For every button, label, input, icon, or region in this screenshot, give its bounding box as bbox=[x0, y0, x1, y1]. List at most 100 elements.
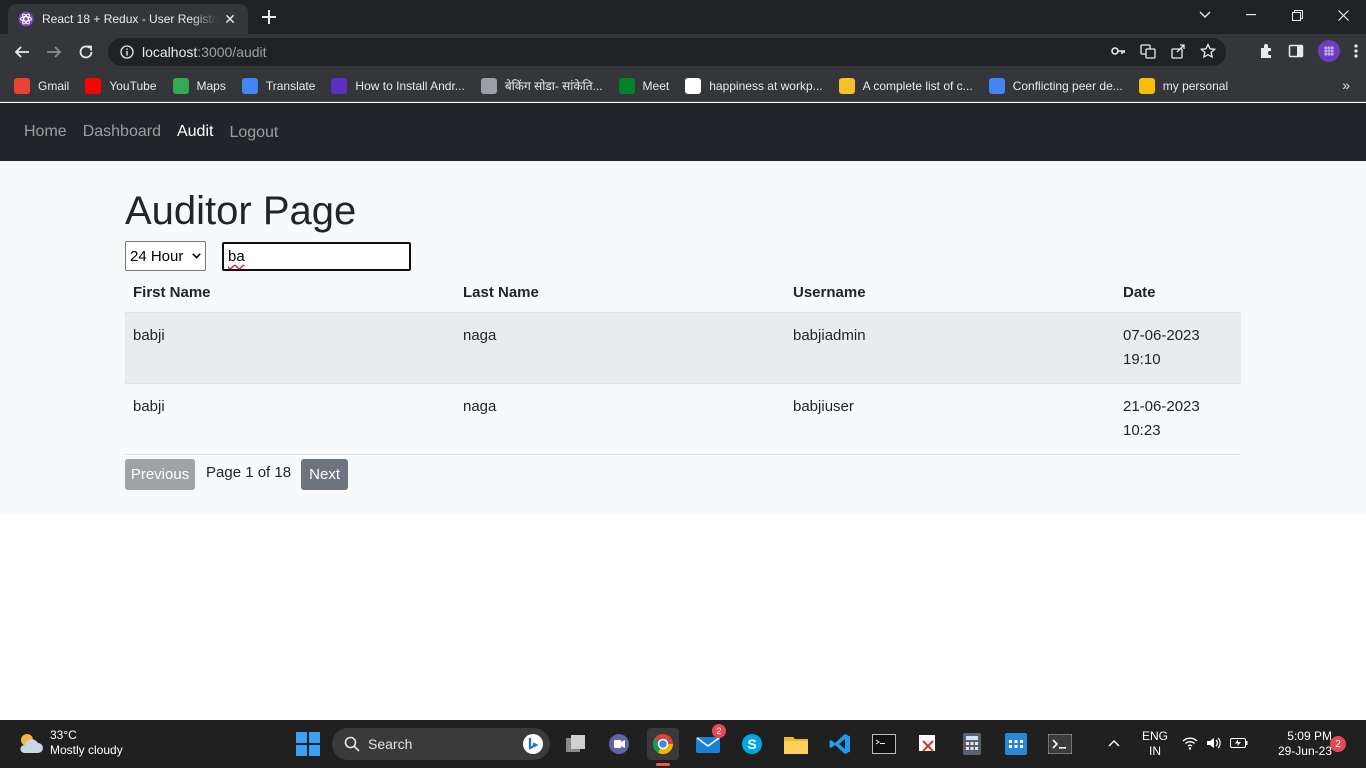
site-info-icon[interactable] bbox=[120, 45, 134, 59]
new-tab-icon[interactable] bbox=[258, 6, 280, 28]
bookmark-item[interactable]: Gmail bbox=[14, 77, 70, 94]
forward-icon[interactable] bbox=[42, 40, 66, 64]
bookmark-label: happiness at workp... bbox=[709, 78, 823, 93]
bookmark-label: बेकिंग सोडा- सांकेति... bbox=[504, 79, 603, 93]
main-content: Auditor Page 24 Hour ba First Name Last … bbox=[0, 161, 1366, 514]
cell-first-name: babji bbox=[125, 383, 455, 455]
bookmark-item[interactable]: Conflicting peer de... bbox=[988, 77, 1123, 94]
audit-table: First Name Last Name Username Date babji… bbox=[125, 277, 1241, 455]
volume-icon[interactable] bbox=[1206, 736, 1222, 750]
bookmark-favicon-icon bbox=[988, 77, 1005, 94]
restore-icon[interactable] bbox=[1274, 0, 1320, 30]
taskbar-search[interactable]: Search bbox=[332, 728, 550, 760]
powershell-icon[interactable] bbox=[1044, 728, 1076, 760]
side-panel-icon[interactable] bbox=[1288, 43, 1304, 59]
column-header-last-name: Last Name bbox=[455, 277, 785, 313]
bookmark-item[interactable]: happiness at workp... bbox=[685, 77, 823, 94]
password-key-icon[interactable] bbox=[1110, 43, 1126, 59]
bookmark-item[interactable]: Meet bbox=[618, 77, 670, 94]
skype-icon[interactable]: S bbox=[736, 728, 768, 760]
close-tab-icon[interactable]: ✕ bbox=[222, 11, 238, 28]
cell-date-day: 07-06-2023 bbox=[1123, 326, 1200, 344]
snipping-tool-icon[interactable] bbox=[912, 728, 944, 760]
weather-condition: Mostly cloudy bbox=[50, 743, 123, 757]
windows-taskbar: 33°C Mostly cloudy Search 2 S ENG IN 5:0… bbox=[0, 720, 1366, 768]
clock-time: 5:09 PM bbox=[1287, 729, 1332, 743]
app-navbar: Home Dashboard Audit Logout bbox=[0, 103, 1366, 161]
cell-date-time: 19:10 bbox=[1123, 350, 1161, 368]
bookmark-star-icon[interactable] bbox=[1200, 43, 1216, 59]
bookmark-item[interactable]: Translate bbox=[241, 77, 315, 94]
nav-link-logout[interactable]: Logout bbox=[229, 124, 278, 142]
close-window-icon[interactable] bbox=[1320, 0, 1366, 30]
time-range-select[interactable]: 24 Hour bbox=[125, 241, 206, 271]
url-host: localhost bbox=[142, 44, 198, 60]
page-title: Auditor Page bbox=[125, 189, 357, 233]
bookmark-label: my personal bbox=[1162, 78, 1229, 93]
react-favicon-icon bbox=[18, 11, 34, 27]
translate-page-icon[interactable] bbox=[1140, 43, 1156, 59]
bookmark-label: Gmail bbox=[38, 78, 70, 93]
clock-date: 29-Jun-23 bbox=[1277, 744, 1332, 758]
extensions-puzzle-icon[interactable] bbox=[1258, 43, 1274, 59]
wifi-icon[interactable] bbox=[1182, 736, 1198, 750]
time-range-value: 24 Hour bbox=[130, 247, 184, 265]
weather-temperature: 33°C bbox=[50, 728, 77, 742]
chrome-taskbar-icon[interactable] bbox=[647, 728, 679, 766]
address-bar[interactable]: localhost:3000/audit bbox=[108, 38, 1226, 66]
nav-link-audit[interactable]: Audit bbox=[177, 123, 213, 141]
bookmarks-bar: Gmail YouTube Maps Translate How to Install … bbox=[0, 70, 1366, 102]
bookmarks-overflow-icon[interactable]: » bbox=[1342, 77, 1350, 93]
terminal-window-icon[interactable] bbox=[868, 728, 900, 760]
bookmark-item[interactable]: YouTube bbox=[85, 77, 157, 94]
minimize-icon[interactable] bbox=[1228, 0, 1274, 30]
mail-badge: 2 bbox=[712, 724, 726, 738]
bookmark-favicon-icon bbox=[85, 77, 102, 94]
bookmark-item[interactable]: my personal bbox=[1138, 77, 1229, 94]
mail-icon[interactable]: 2 bbox=[692, 724, 726, 760]
bing-icon[interactable] bbox=[522, 733, 544, 755]
bookmark-label: A complete list of c... bbox=[862, 78, 973, 93]
share-icon[interactable] bbox=[1170, 43, 1186, 59]
teams-chat-icon[interactable] bbox=[603, 728, 635, 760]
bookmark-item[interactable]: How to Install Andr... bbox=[331, 77, 465, 94]
bookmark-label: How to Install Andr... bbox=[355, 78, 465, 93]
calculator-icon[interactable] bbox=[956, 728, 988, 760]
notification-badge[interactable]: 2 bbox=[1330, 736, 1346, 752]
bookmark-label: Meet bbox=[642, 78, 670, 93]
file-explorer-icon[interactable] bbox=[780, 728, 812, 760]
show-hidden-icons-icon[interactable] bbox=[1108, 739, 1120, 747]
pagination: Previous Page 1 of 18 Next bbox=[125, 459, 349, 490]
vscode-icon[interactable] bbox=[824, 728, 856, 760]
battery-icon[interactable] bbox=[1230, 737, 1248, 749]
calendar-icon[interactable] bbox=[1000, 728, 1032, 760]
bookmark-favicon-icon bbox=[618, 77, 635, 94]
task-view-icon[interactable] bbox=[560, 728, 592, 760]
bookmark-item[interactable]: बेकिंग सोडा- सांकेति... bbox=[480, 77, 603, 94]
svg-text:S: S bbox=[747, 736, 756, 752]
tab-title: React 18 + Redux - User Registration bbox=[42, 12, 218, 26]
search-input[interactable]: ba bbox=[222, 242, 411, 271]
bookmark-item[interactable]: Maps bbox=[172, 77, 226, 94]
bookmark-favicon-icon bbox=[838, 77, 855, 94]
windows-start-icon[interactable] bbox=[296, 732, 320, 756]
profile-avatar[interactable] bbox=[1318, 40, 1340, 62]
cell-first-name: babji bbox=[125, 312, 455, 384]
cell-date-day: 21-06-2023 bbox=[1123, 397, 1200, 415]
back-icon[interactable] bbox=[10, 40, 34, 64]
reload-icon[interactable] bbox=[74, 40, 98, 64]
bookmark-favicon-icon bbox=[14, 77, 30, 94]
chrome-menu-icon[interactable] bbox=[1354, 43, 1358, 59]
bookmark-favicon-icon bbox=[685, 77, 702, 94]
language-indicator[interactable]: ENG IN bbox=[1142, 729, 1168, 759]
bookmark-item[interactable]: A complete list of c... bbox=[838, 77, 973, 94]
clock[interactable]: 5:09 PM 29-Jun-23 bbox=[1270, 729, 1332, 759]
next-button[interactable]: Next bbox=[301, 459, 349, 490]
nav-link-dashboard[interactable]: Dashboard bbox=[83, 123, 161, 141]
weather-widget[interactable]: 33°C Mostly cloudy bbox=[16, 728, 123, 758]
browser-tab-active[interactable]: React 18 + Redux - User Registration ✕ bbox=[8, 4, 248, 34]
cell-date: 21-06-2023 10:23 bbox=[1115, 383, 1241, 455]
nav-link-home[interactable]: Home bbox=[24, 123, 67, 141]
tab-search-icon[interactable] bbox=[1182, 0, 1228, 30]
previous-button[interactable]: Previous bbox=[125, 459, 195, 490]
